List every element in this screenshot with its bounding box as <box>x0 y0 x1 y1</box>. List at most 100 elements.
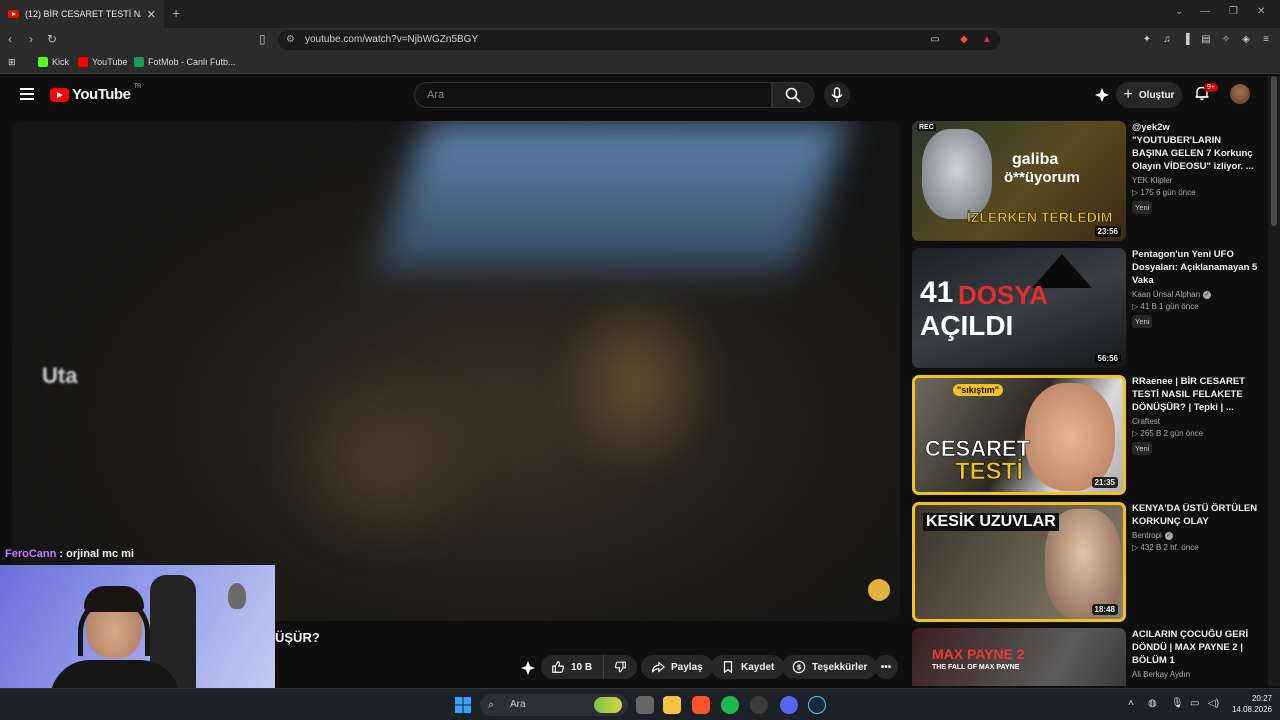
video-title[interactable]: ACILARIN ÇOCUĞU GERİ DÖNDÜ | MAX PAYNE 2… <box>1132 628 1258 667</box>
chat-username: FeroCann <box>5 548 57 560</box>
brave-rewards-icon[interactable]: ▲ <box>980 33 994 47</box>
like-button[interactable]: 10 B <box>541 655 603 679</box>
search-button[interactable] <box>772 82 814 108</box>
file-explorer-icon[interactable] <box>663 696 681 714</box>
voice-search-button[interactable] <box>824 82 850 108</box>
sidebar-icon[interactable]: ▐ <box>1179 33 1193 47</box>
recommendation-item[interactable]: 41 DOSYA AÇILDI 56:56 Pentagon'un Yeni U… <box>912 248 1272 368</box>
taskbar-search[interactable]: ⌕ Ara <box>480 694 628 716</box>
tray-app-icon[interactable]: ◍ <box>1148 698 1157 709</box>
dislike-button[interactable] <box>603 655 637 679</box>
forward-icon[interactable]: › <box>29 32 33 46</box>
mic-tray-icon[interactable]: 🎙 <box>1171 698 1184 709</box>
video-duration: 21:35 <box>1091 477 1118 488</box>
video-title[interactable]: @yek2w "YOUTUBER'LARIN BAŞINA GELEN 7 Ko… <box>1132 121 1258 173</box>
url-field[interactable]: ⚙ youtube.com/watch?v=NjbWGZn5BGY <box>278 30 1000 50</box>
video-duration: 18:48 <box>1091 604 1118 615</box>
channel-name[interactable]: Craftest <box>1132 417 1258 426</box>
new-badge: Yeni <box>1132 201 1153 214</box>
youtube-logo[interactable]: YouTube TR <box>50 84 141 103</box>
create-button[interactable]: + Oluştur <box>1116 82 1182 108</box>
clock-date: 14.08.2026 <box>1231 705 1272 714</box>
wall-lamp <box>228 583 246 609</box>
notifications-button[interactable]: 9+ <box>1194 83 1218 103</box>
wallet-icon[interactable]: ▤ <box>1199 33 1213 47</box>
video-thumbnail[interactable]: 41 DOSYA AÇILDI 56:56 <box>912 248 1126 368</box>
bookmark-kick[interactable]: Kick <box>38 57 69 67</box>
page-scrollbar[interactable] <box>1268 76 1280 686</box>
task-view-icon[interactable] <box>636 696 654 714</box>
channel-name[interactable]: Kaan Ünsal Alphan ✓ <box>1132 290 1258 299</box>
minimize-icon[interactable]: — <box>1200 6 1210 17</box>
close-window-icon[interactable]: ✕ <box>1257 6 1265 17</box>
windows-start-icon[interactable] <box>455 697 471 713</box>
video-thumbnail-selected[interactable]: "sıkıştım" CESARET TESTİ 21:35 <box>912 375 1126 495</box>
new-tab-button[interactable]: + <box>172 5 180 21</box>
video-title[interactable]: Pentagon'un Yeni UFO Dosyaları: Açıklana… <box>1132 248 1258 287</box>
more-actions-button[interactable]: ••• <box>874 655 898 679</box>
obs-icon[interactable] <box>750 696 768 714</box>
menu-icon[interactable]: ≡ <box>1259 33 1273 47</box>
recommendation-item[interactable]: "sıkıştım" CESARET TESTİ 21:35 RRaenee |… <box>912 375 1272 495</box>
youtube-header: YouTube TR Ara + Oluştur 9+ <box>0 76 1268 116</box>
tab-title: (12) BİR CESARET TESTİ NASIL FELAKETE DÖ… <box>25 9 141 19</box>
channel-name[interactable]: Ali Berkay Aydın <box>1132 670 1258 679</box>
bookmark-icon[interactable]: ▯ <box>259 32 266 46</box>
media-icon[interactable]: ♫ <box>1160 33 1174 47</box>
brave-shields-icon[interactable]: ◆ <box>957 33 971 47</box>
brave-browser-icon[interactable] <box>692 696 710 714</box>
taskbar-clock[interactable]: 20:27 14.08.2026 <box>1228 693 1272 715</box>
reload-icon[interactable]: ↻ <box>47 32 57 46</box>
apps-icon[interactable]: ⊞ <box>8 57 16 68</box>
share-button[interactable]: Paylaş <box>641 655 713 679</box>
steam-icon[interactable] <box>808 696 826 714</box>
recommendation-item[interactable]: KESİK UZUVLAR 18:48 KENYA'DA ÜSTÜ ÖRTÜLE… <box>912 502 1272 622</box>
recommendation-item[interactable]: REC galiba ö**üyorum İZLERKEN TERLEDİM 2… <box>912 121 1272 241</box>
bookmark-fotmob[interactable]: FotMob - Canlı Futb... <box>134 57 236 67</box>
close-tab-icon[interactable]: ✕ <box>147 8 156 21</box>
network-icon[interactable]: ▭ <box>1190 698 1199 709</box>
video-title: ÜŞÜR? <box>275 630 320 645</box>
leo-ai-icon[interactable]: ✧ <box>1219 33 1233 47</box>
video-player[interactable]: Uta <box>12 121 900 621</box>
video-stats: ▷ 175 6 gün önce <box>1132 188 1196 197</box>
browser-tab-active[interactable]: (12) BİR CESARET TESTİ NASIL FELAKETE DÖ… <box>0 0 164 28</box>
recommendation-item[interactable]: MAX PAYNE 2 THE FALL OF MAX PAYNE ACILAR… <box>912 628 1272 686</box>
thumbnail-text: İZLERKEN TERLEDİM <box>967 209 1113 226</box>
cast-icon[interactable]: ▭ <box>928 33 942 47</box>
premium-sparkle-icon[interactable] <box>1094 87 1110 103</box>
thanks-button[interactable]: $ Teşekkürler <box>782 655 878 679</box>
site-info-icon[interactable]: ⚙ <box>286 30 295 50</box>
thumbnail-text: TESTİ <box>955 458 1024 486</box>
bookmark-youtube[interactable]: YouTube <box>78 57 127 67</box>
extensions-icon[interactable]: ✦ <box>1140 33 1154 47</box>
discord-icon[interactable] <box>780 696 798 714</box>
more-horizontal-icon: ••• <box>880 661 892 673</box>
channel-name[interactable]: YEK Klipler <box>1132 176 1258 185</box>
video-title[interactable]: RRaenee | BİR CESARET TESTİ NASIL FELAKE… <box>1132 375 1258 414</box>
tab-search-icon[interactable]: ⌄ <box>1175 6 1183 17</box>
share-icon <box>651 661 665 673</box>
account-avatar[interactable] <box>1230 84 1250 104</box>
channel-name[interactable]: Bentropi ✓ <box>1132 531 1258 540</box>
volume-icon[interactable]: ◁) <box>1208 698 1219 709</box>
save-button[interactable]: Kaydet <box>711 655 785 679</box>
back-icon[interactable]: ‹ <box>8 32 12 46</box>
thumbnail-text: MAX PAYNE 2 <box>932 646 1025 662</box>
tray-overflow-icon[interactable]: ˄ <box>1128 698 1134 709</box>
video-thumbnail[interactable]: MAX PAYNE 2 THE FALL OF MAX PAYNE <box>912 628 1126 686</box>
vpn-icon[interactable]: ◈ <box>1239 33 1253 47</box>
video-title[interactable]: KENYA'DA ÜSTÜ ÖRTÜLEN KORKUNÇ OLAY <box>1132 502 1258 528</box>
search-icon <box>785 87 801 103</box>
video-thumbnail[interactable]: KESİK UZUVLAR 18:48 <box>912 502 1126 622</box>
search-input[interactable]: Ara <box>414 82 772 108</box>
stream-chat-message: FeroCann : orjinal mc mi <box>5 548 134 560</box>
video-thumbnail[interactable]: REC galiba ö**üyorum İZLERKEN TERLEDİM 2… <box>912 121 1126 241</box>
svg-text:$: $ <box>797 664 802 672</box>
scrollbar-thumb[interactable] <box>1271 76 1277 226</box>
guide-menu-icon[interactable] <box>20 88 34 100</box>
maximize-icon[interactable]: ❐ <box>1229 6 1238 17</box>
spotify-icon[interactable] <box>721 696 739 714</box>
thumbnail-text: DOSYA <box>958 280 1049 310</box>
sparkle-ask-icon[interactable] <box>520 660 536 676</box>
